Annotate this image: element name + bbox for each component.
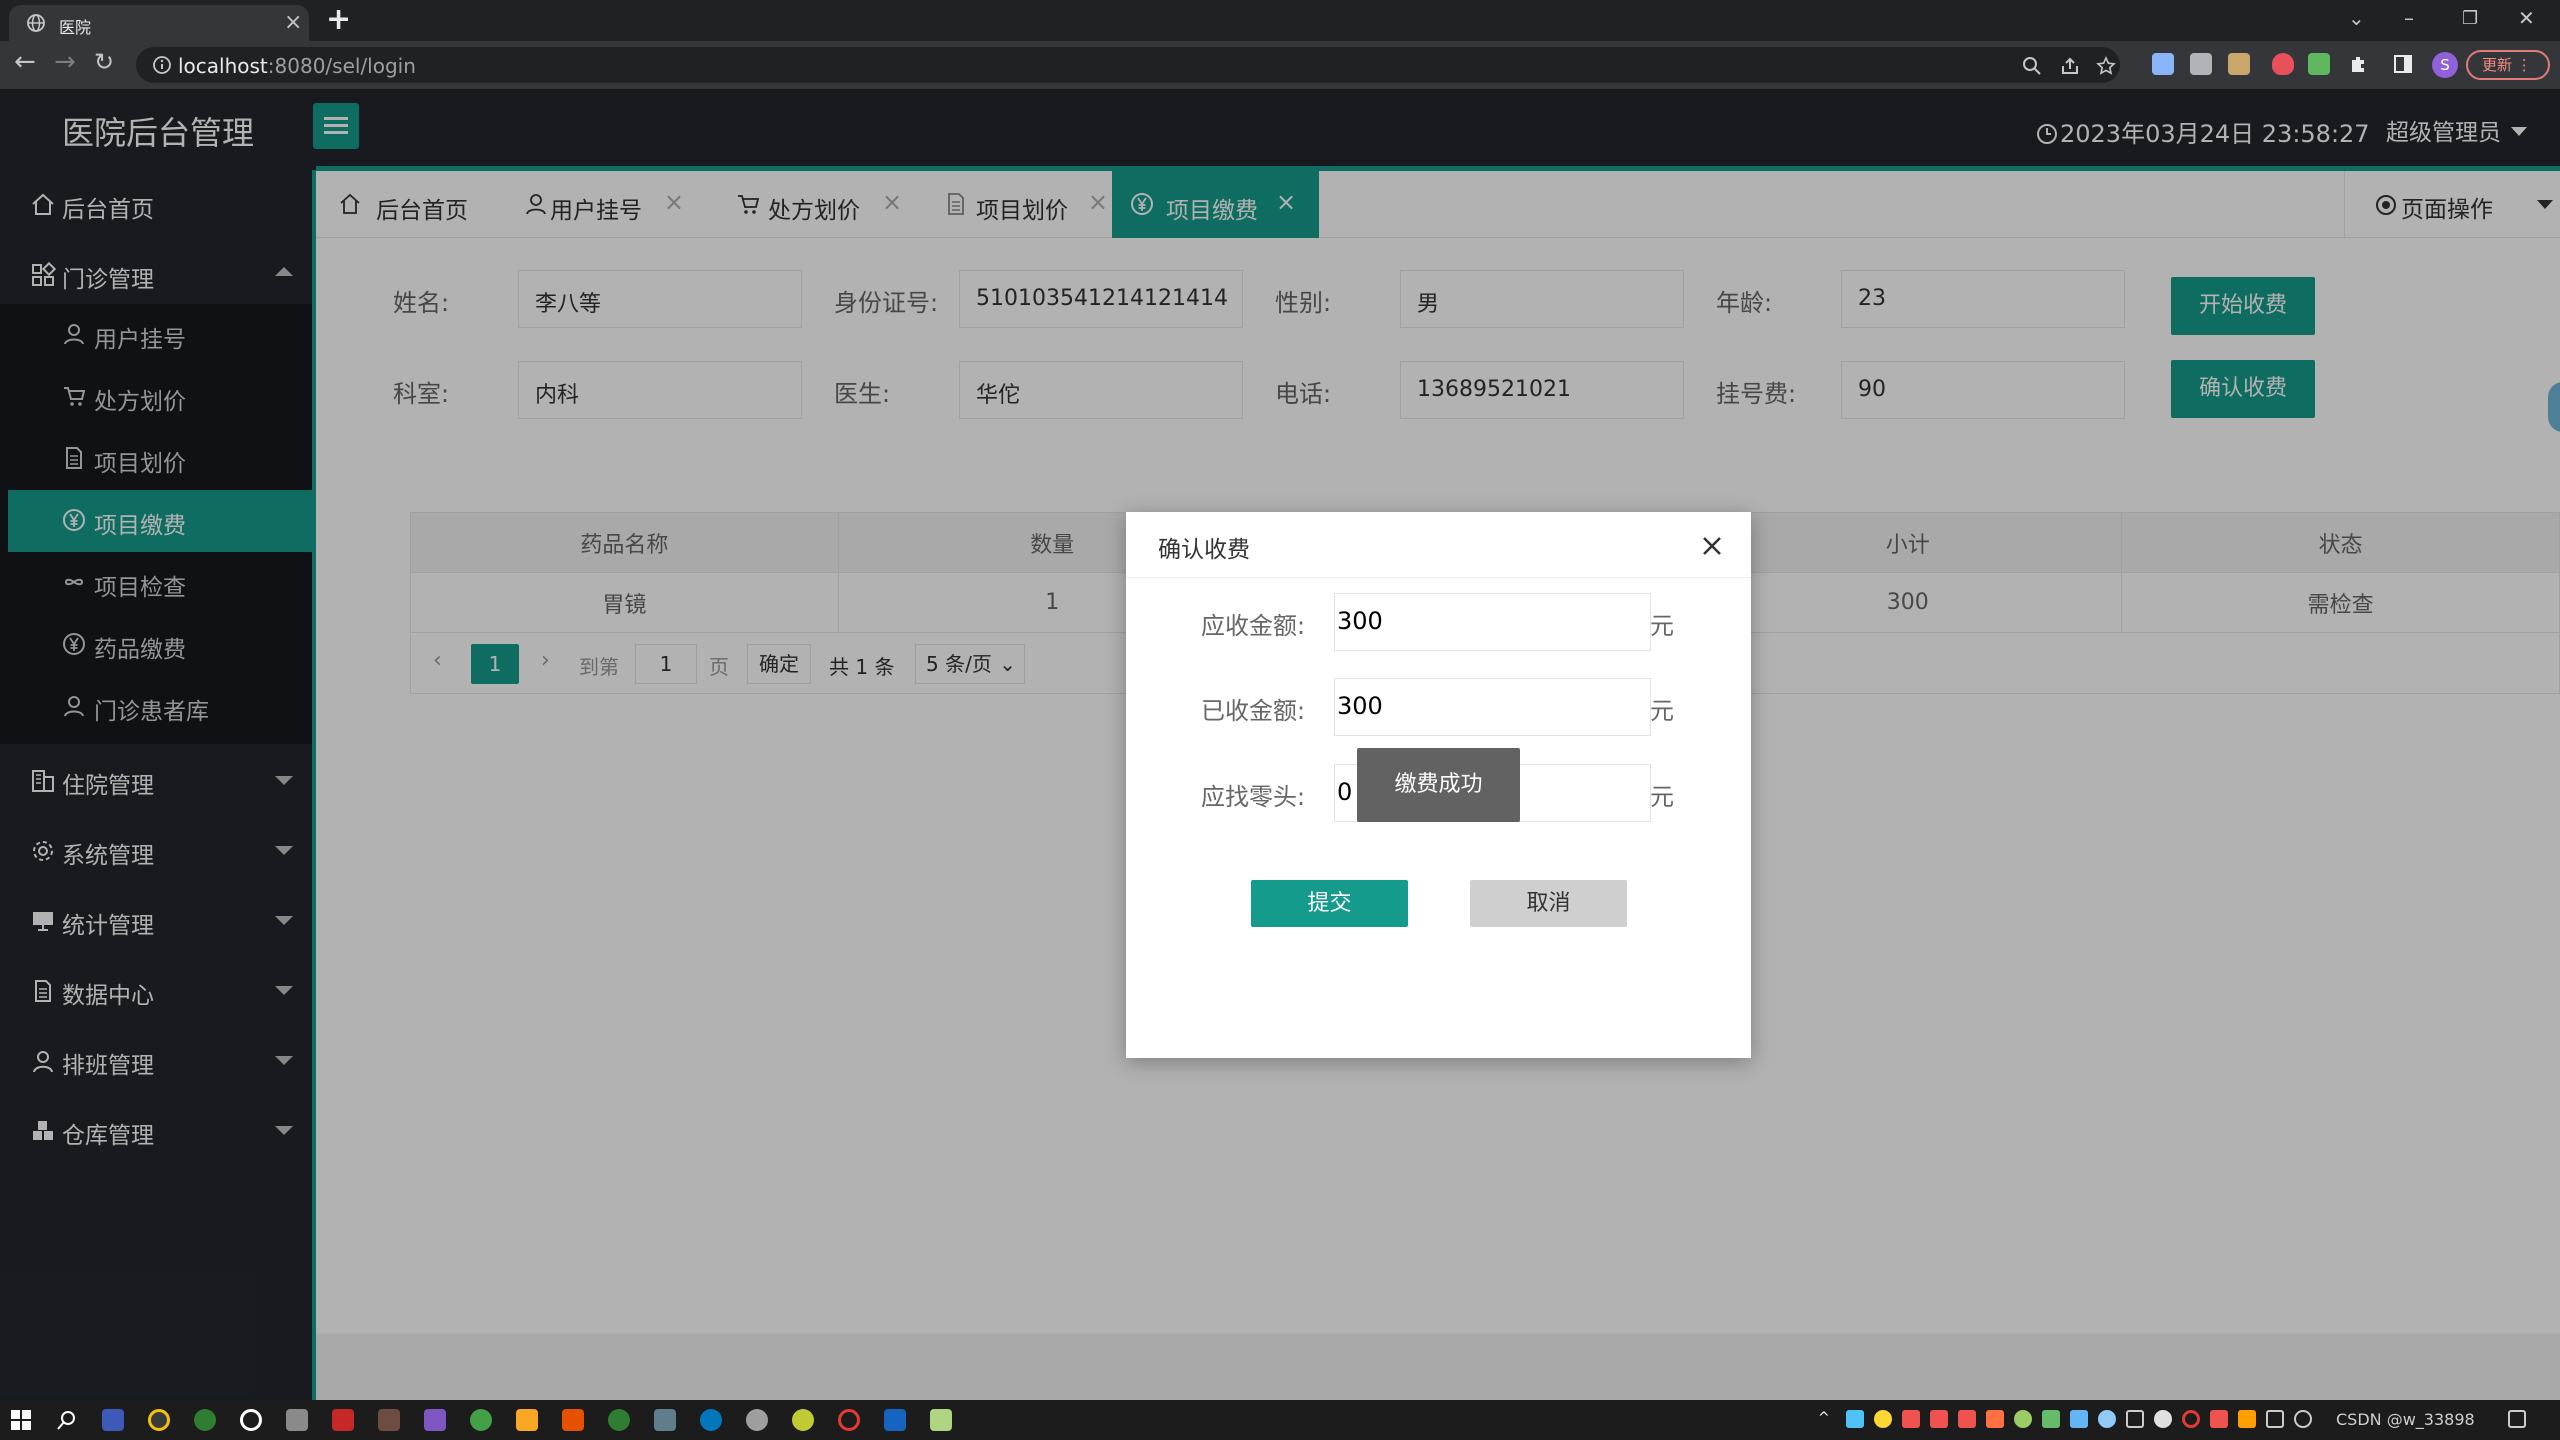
taskbar-app-icon[interactable] — [562, 1409, 584, 1431]
taskbar-app-icon[interactable] — [286, 1409, 308, 1431]
taskbar-app-icon[interactable] — [194, 1409, 216, 1431]
chat-icon[interactable] — [746, 1409, 768, 1431]
record-icon[interactable] — [838, 1409, 860, 1431]
menu-dots-icon: ⋮ — [2516, 56, 2532, 74]
reload-icon[interactable]: ↻ — [94, 48, 114, 76]
update-button[interactable]: 更新 ⋮ — [2466, 50, 2550, 80]
tray-icon[interactable] — [2210, 1410, 2228, 1428]
windows-start-icon[interactable] — [10, 1409, 32, 1431]
url-text: localhost:8080/sel/login — [178, 54, 416, 78]
puzzle-icon[interactable] — [2348, 53, 2370, 75]
pin-extension-icon[interactable] — [2308, 53, 2330, 75]
chevron-up-icon[interactable]: ^ — [1818, 1410, 1836, 1428]
payment-success-toast: 缴费成功 — [1357, 748, 1520, 822]
receivable-amount-input[interactable]: 300 — [1334, 593, 1651, 651]
received-amount-input[interactable]: 300 — [1334, 678, 1651, 736]
search-icon[interactable] — [56, 1409, 78, 1431]
tray-icon[interactable] — [2014, 1410, 2032, 1428]
address-bar[interactable]: localhost:8080/sel/login — [136, 47, 2120, 83]
taskbar-app-icon[interactable] — [332, 1409, 354, 1431]
zoom-icon[interactable] — [2022, 56, 2042, 76]
folder-icon[interactable] — [516, 1409, 538, 1431]
tray-icon[interactable] — [2042, 1410, 2060, 1428]
tray-icon[interactable] — [2098, 1410, 2116, 1428]
tray-icon[interactable] — [1874, 1410, 1892, 1428]
image-extension-icon[interactable] — [2228, 53, 2250, 75]
forward-icon[interactable]: → — [54, 47, 76, 77]
wechat-icon[interactable] — [608, 1409, 630, 1431]
notification-icon[interactable] — [2508, 1410, 2526, 1428]
bookmark-star-icon[interactable] — [2096, 56, 2116, 76]
taskbar-app-icon[interactable] — [102, 1409, 124, 1431]
browser-tab-strip: 医院 × + ⌄ – ❐ ✕ — [0, 0, 2560, 41]
restore-icon[interactable]: ❐ — [2462, 8, 2478, 29]
new-tab-button[interactable]: + — [326, 2, 351, 37]
extension-icon[interactable] — [2152, 53, 2174, 75]
dialog-title: 确认收费 — [1158, 537, 1250, 563]
record-icon[interactable] — [240, 1409, 262, 1431]
url-host: localhost — [178, 54, 268, 78]
tray-icon[interactable] — [2126, 1410, 2144, 1428]
taskbar-app-icon[interactable] — [378, 1409, 400, 1431]
side-panel-icon[interactable] — [2392, 53, 2414, 75]
confirm-charge-dialog: 确认收费 应收金额: 300 元 已收金额: 300 元 应找零头: 0 元 提… — [1126, 512, 1751, 1058]
tray-icon[interactable] — [1902, 1410, 1920, 1428]
tray-text: CSDN @w_33898 — [2336, 1410, 2475, 1429]
browser-tab[interactable]: 医院 × — [9, 5, 309, 41]
browser-tab-title: 医院 — [59, 18, 92, 37]
taskbar-app-icon[interactable] — [792, 1409, 814, 1431]
tab-search-icon[interactable]: ⌄ — [2348, 6, 2365, 30]
os-taskbar: ^ CSDN @w_33898 — [0, 1400, 2560, 1440]
unit-label: 元 — [1650, 783, 1674, 811]
change-label: 应找零头: — [1201, 783, 1306, 811]
info-icon[interactable] — [152, 55, 172, 75]
shield-extension-icon[interactable] — [2272, 53, 2294, 75]
network-icon[interactable] — [2266, 1410, 2284, 1428]
sync-icon[interactable] — [470, 1409, 492, 1431]
taskbar-app-icon[interactable] — [930, 1409, 952, 1431]
tray-icon[interactable] — [1986, 1410, 2004, 1428]
taskbar-app-icon[interactable] — [654, 1409, 676, 1431]
tray-icon[interactable] — [2182, 1410, 2200, 1428]
camera-extension-icon[interactable] — [2190, 53, 2212, 75]
tray-icon[interactable] — [1930, 1410, 1948, 1428]
cancel-button[interactable]: 取消 — [1470, 880, 1627, 927]
minimize-icon[interactable]: – — [2404, 6, 2414, 30]
tray-icon[interactable] — [1846, 1410, 1864, 1428]
tray-icon[interactable] — [2070, 1410, 2088, 1428]
url-path: :8080/sel/login — [267, 54, 416, 78]
word-icon[interactable] — [884, 1409, 906, 1431]
share-icon[interactable] — [2060, 56, 2080, 76]
back-icon[interactable]: ← — [14, 47, 36, 77]
taskbar-app-icon[interactable] — [700, 1409, 722, 1431]
receivable-label: 应收金额: — [1201, 612, 1306, 640]
tray-icon[interactable] — [1958, 1410, 1976, 1428]
dialog-header: 确认收费 — [1126, 512, 1751, 578]
profile-avatar[interactable]: S — [2432, 52, 2458, 78]
window-close-icon[interactable]: ✕ — [2518, 6, 2535, 30]
close-icon[interactable] — [1700, 534, 1724, 558]
globe-icon — [27, 14, 45, 32]
submit-button[interactable]: 提交 — [1251, 880, 1408, 927]
microphone-icon[interactable] — [2154, 1410, 2172, 1428]
browser-toolbar: ← → ↻ localhost:8080/sel/login S 更新 ⋮ — [0, 41, 2560, 89]
update-label: 更新 — [2482, 56, 2513, 74]
unit-label: 元 — [1650, 697, 1674, 725]
close-tab-icon[interactable]: × — [284, 10, 302, 35]
unit-label: 元 — [1650, 612, 1674, 640]
chrome-taskbar-icon[interactable] — [148, 1409, 170, 1431]
taskbar-app-icon[interactable] — [424, 1409, 446, 1431]
tray-icon[interactable] — [2238, 1410, 2256, 1428]
received-label: 已收金额: — [1201, 697, 1306, 725]
volume-icon[interactable] — [2294, 1410, 2312, 1428]
